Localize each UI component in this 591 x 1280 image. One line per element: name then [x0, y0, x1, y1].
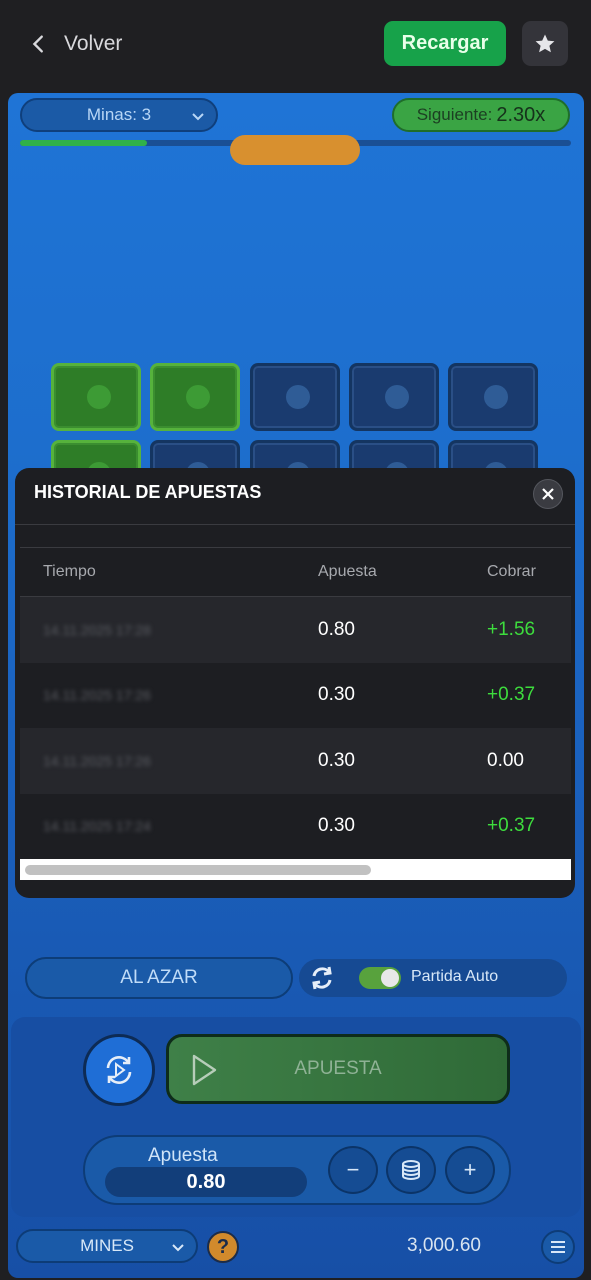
bet-amount-input[interactable]: 0.80 — [105, 1167, 307, 1197]
divider — [15, 524, 575, 525]
favorite-button[interactable] — [522, 21, 568, 66]
row-bet: 0.80 — [318, 618, 355, 640]
row-time: 14.11.2025 17:26 — [43, 687, 151, 704]
close-icon — [542, 488, 554, 500]
mine-tile[interactable] — [150, 363, 240, 431]
history-table: Tiempo Apuesta Cobrar 14.11.2025 17:28 0… — [20, 547, 571, 859]
top-bar: Volver Recargar — [0, 0, 591, 88]
column-header-bet: Apuesta — [318, 563, 377, 580]
bottom-bar: MINES ? 3,000.60 — [8, 1221, 584, 1278]
row-bet: 0.30 — [318, 749, 355, 771]
bet-amount-label: Apuesta — [148, 1145, 218, 1166]
increase-bet-button[interactable]: + — [445, 1146, 495, 1194]
row-cashout: +0.37 — [487, 684, 536, 706]
chevron-left-icon — [32, 35, 43, 53]
mine-tile[interactable] — [51, 363, 141, 431]
play-icon — [192, 1054, 217, 1086]
auto-play-label: Partida Auto — [411, 968, 499, 985]
balance-value: 3,000.60 — [407, 1235, 481, 1256]
chevron-down-icon — [192, 113, 204, 121]
refresh-icon[interactable] — [307, 963, 337, 993]
autoplay-button[interactable] — [83, 1034, 155, 1106]
reload-button[interactable]: Recargar — [384, 21, 506, 66]
switch-knob — [381, 969, 399, 987]
coins-icon — [402, 1160, 420, 1180]
table-row: 14.11.2025 17:26 0.30 0.00 — [20, 728, 571, 794]
next-label: Siguiente: — [416, 105, 493, 124]
random-pick-button[interactable]: AL AZAR — [25, 957, 293, 999]
progress-handle — [230, 135, 360, 165]
mines-count-select[interactable]: Minas: 3 — [20, 98, 218, 132]
mine-tile[interactable] — [448, 363, 538, 431]
table-row: 14.11.2025 17:26 0.30 +0.37 — [20, 662, 571, 728]
bet-amount-box: Apuesta 0.80 − + — [83, 1135, 511, 1205]
help-button[interactable]: ? — [207, 1231, 239, 1263]
menu-button[interactable] — [541, 1230, 575, 1264]
bet-history-modal: HISTORIAL DE APUESTAS Tiempo Apuesta Cob… — [15, 468, 575, 898]
progress-fill — [20, 140, 147, 146]
scrollbar-thumb[interactable] — [25, 865, 371, 875]
auto-play-toggle-group: Partida Auto — [299, 959, 567, 997]
row-cashout: 0.00 — [487, 749, 524, 771]
table-header: Tiempo Apuesta Cobrar — [20, 547, 571, 597]
decrease-bet-button[interactable]: − — [328, 1146, 378, 1194]
place-bet-button[interactable]: APUESTA — [166, 1034, 510, 1104]
row-time: 14.11.2025 17:28 — [43, 621, 151, 638]
star-icon — [535, 34, 555, 52]
table-row: 14.11.2025 17:28 0.80 +1.56 — [20, 597, 571, 663]
screen: Volver Recargar Minas: 3 Siguiente: 2.30… — [0, 0, 591, 1280]
game-select[interactable]: MINES — [16, 1229, 198, 1263]
tile-gem-dot — [186, 385, 210, 409]
row-bet: 0.30 — [318, 684, 355, 706]
horizontal-scrollbar[interactable] — [20, 859, 571, 880]
mine-tile[interactable] — [250, 363, 340, 431]
bet-panel: APUESTA Apuesta 0.80 − + — [11, 1017, 581, 1217]
mine-tile[interactable] — [349, 363, 439, 431]
coins-button[interactable] — [386, 1146, 436, 1194]
tile-dot — [286, 385, 310, 409]
game-select-label: MINES — [80, 1236, 134, 1255]
tile-dot — [484, 385, 508, 409]
auto-play-switch[interactable] — [359, 967, 401, 989]
chevron-down-icon — [172, 1244, 184, 1252]
tile-gem-dot — [87, 385, 111, 409]
column-header-time: Tiempo — [43, 563, 96, 580]
close-button[interactable] — [533, 479, 563, 509]
mines-count-label: Minas: 3 — [86, 105, 152, 124]
next-multiplier-value: 2.30x — [496, 103, 546, 126]
modal-title: HISTORIAL DE APUESTAS — [34, 482, 262, 502]
row-time: 14.11.2025 17:26 — [43, 752, 151, 769]
tile-dot — [385, 385, 409, 409]
row-cashout: +1.56 — [487, 618, 536, 640]
back-button[interactable]: Volver — [28, 26, 122, 62]
row-cashout: +0.37 — [487, 815, 536, 837]
autoplay-icon — [106, 1056, 132, 1084]
column-header-cashout: Cobrar — [487, 563, 536, 580]
table-row: 14.11.2025 17:24 0.30 +0.37 — [20, 793, 571, 859]
row-time: 14.11.2025 17:24 — [43, 818, 151, 835]
back-label: Volver — [64, 32, 123, 55]
hamburger-icon — [551, 1241, 565, 1253]
row-bet: 0.30 — [318, 815, 355, 837]
next-multiplier-badge: Siguiente: 2.30x — [392, 98, 570, 132]
place-bet-label: APUESTA — [294, 1058, 382, 1079]
